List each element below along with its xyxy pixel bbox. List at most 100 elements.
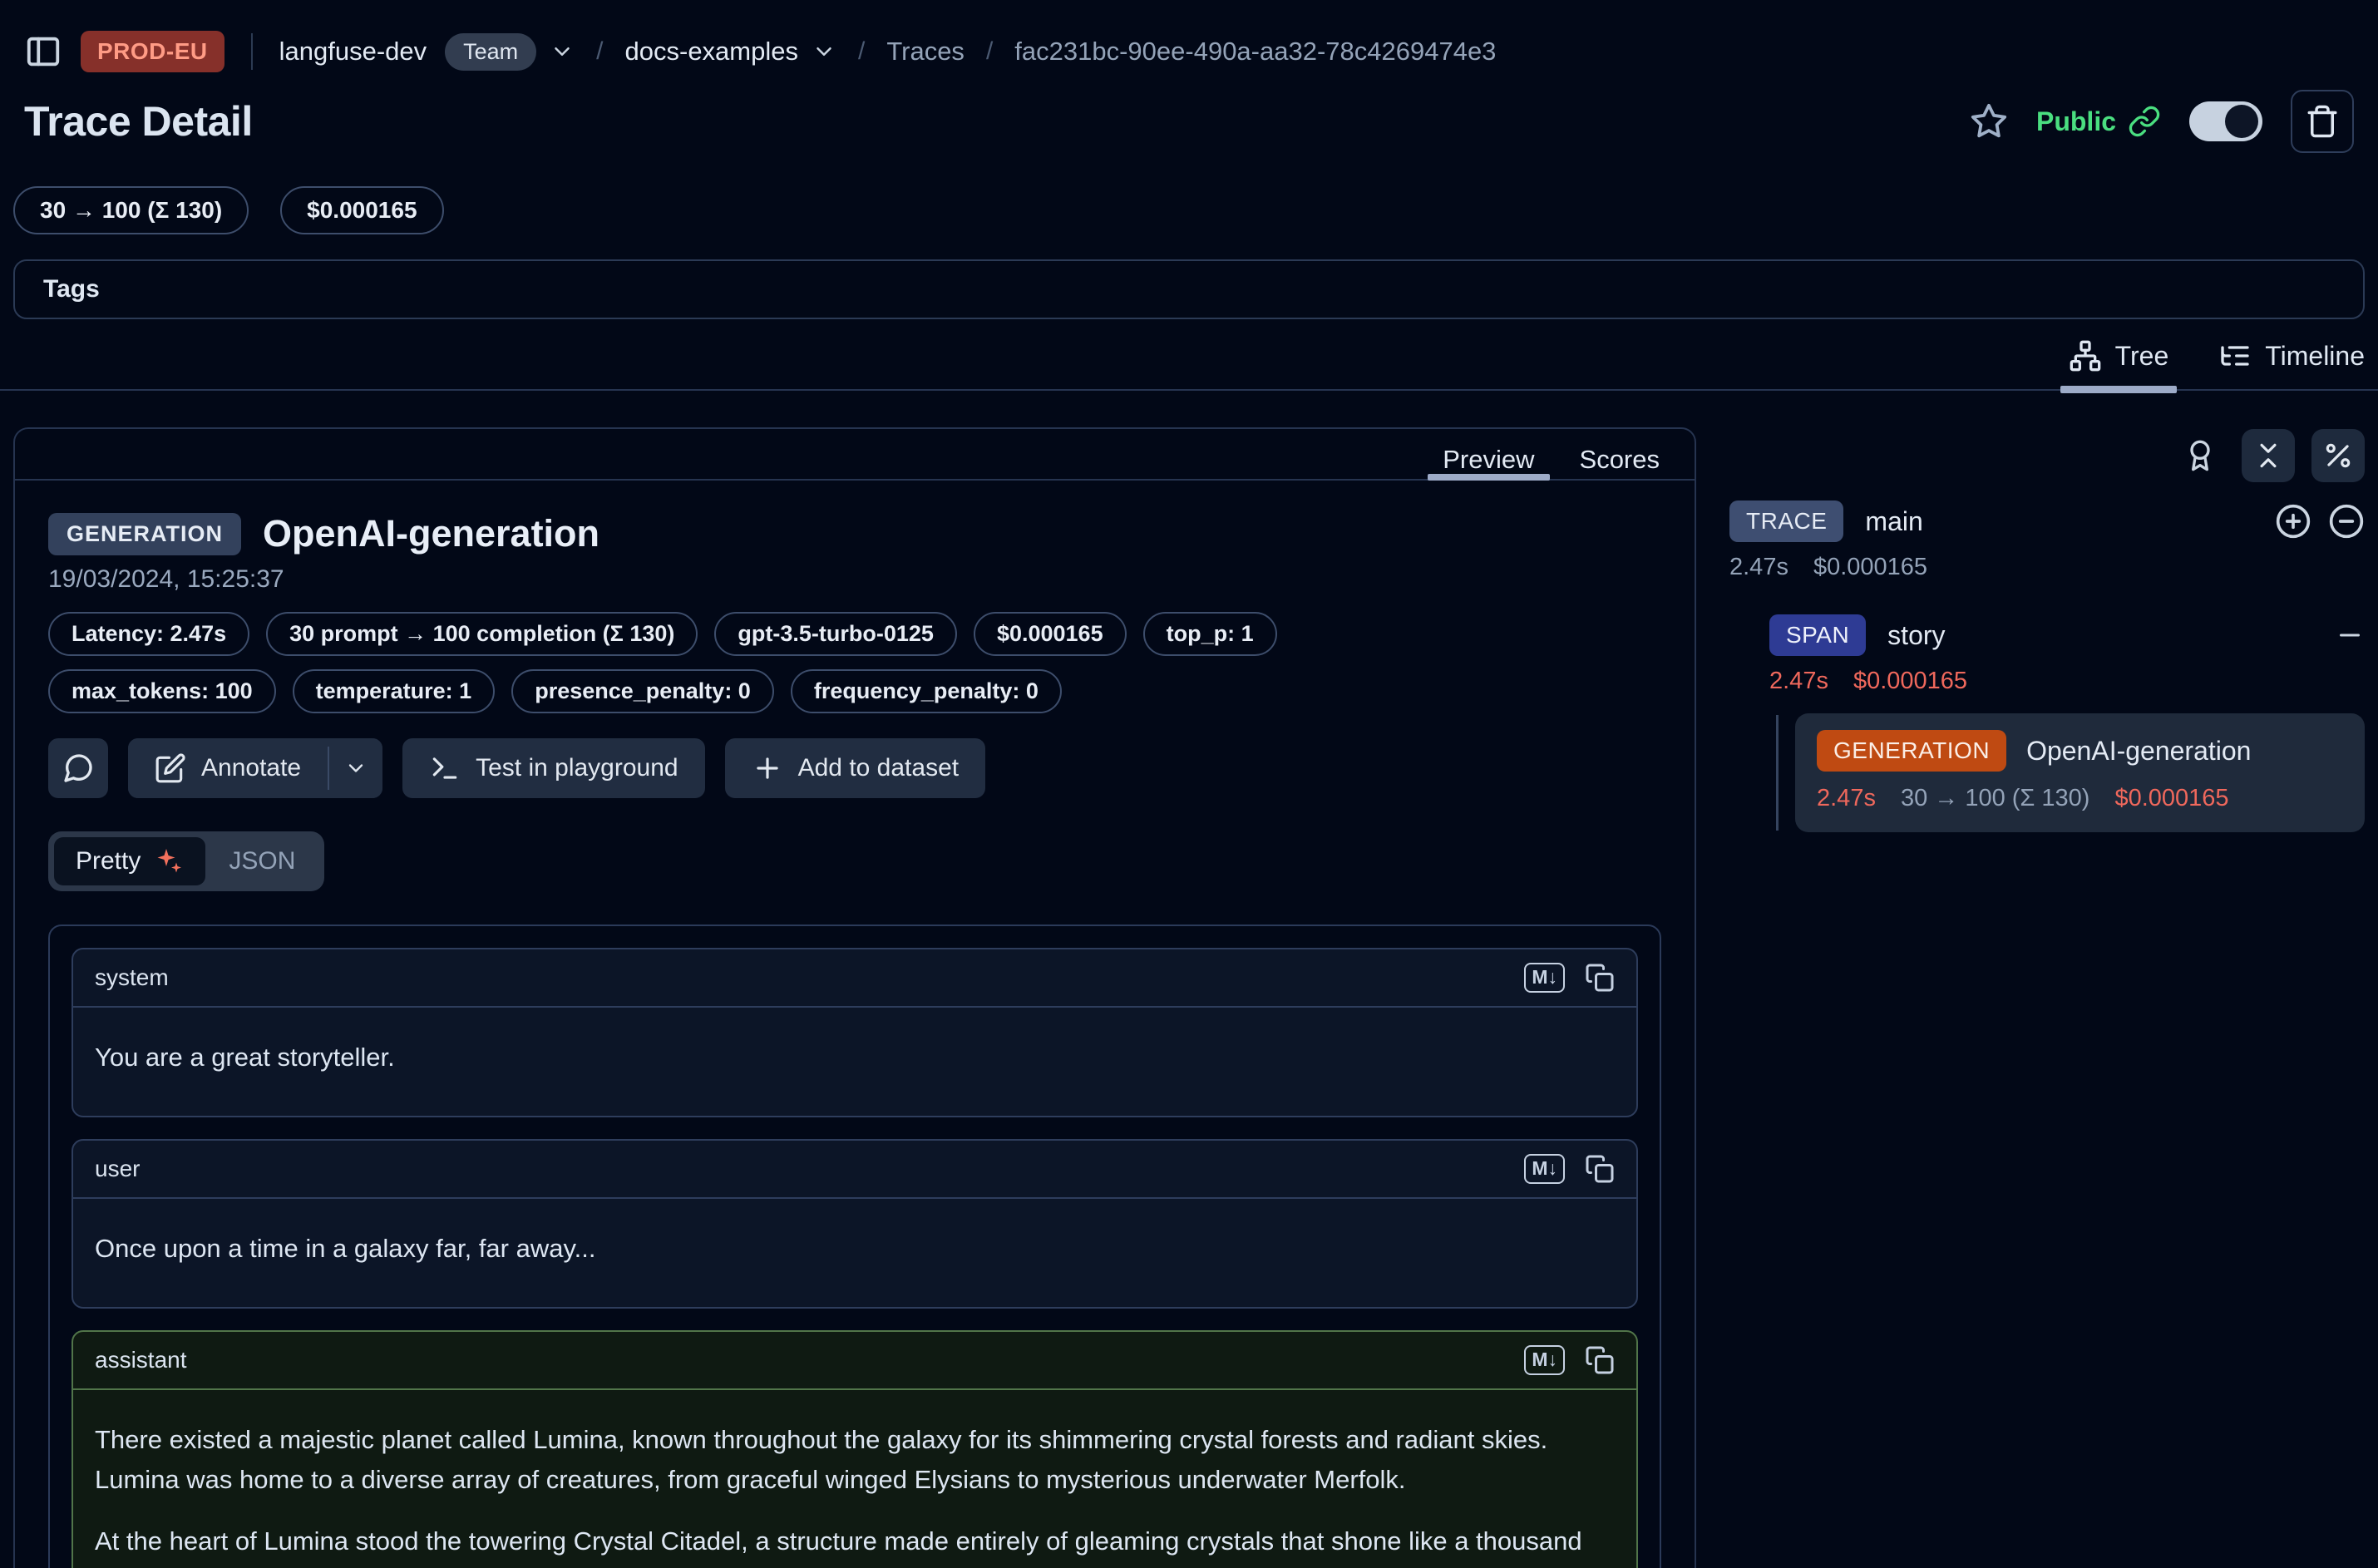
token-usage-pill[interactable]: 30 → 100 (Σ 130): [13, 186, 249, 234]
breadcrumb-project[interactable]: docs-examples: [625, 37, 798, 67]
tab-preview[interactable]: Preview: [1443, 429, 1534, 479]
tab-timeline[interactable]: Timeline: [2218, 339, 2365, 389]
zoom-out-icon[interactable]: [2328, 503, 2365, 540]
trace-tree-panel: TRACE main 2.47s $0.000165 SPAN story: [1729, 427, 2378, 832]
markdown-toggle-icon[interactable]: M↓: [1524, 1345, 1565, 1374]
generation-badge: GENERATION: [1817, 730, 2006, 772]
messages-container: system M↓ You are a great storyteller. u…: [48, 925, 1661, 1568]
link-icon: [2128, 105, 2161, 138]
message-assistant: assistant M↓ There existed a majestic pl…: [72, 1330, 1638, 1568]
tags-label: Tags: [43, 275, 100, 303]
breadcrumb-divider: [251, 33, 253, 70]
observation-param-pills: Latency: 2.47s 30 prompt → 100 completio…: [48, 612, 1345, 713]
breadcrumb-org[interactable]: langfuse-dev: [279, 37, 427, 67]
comment-button[interactable]: [48, 738, 108, 798]
generation-tokens: 30 → 100 (Σ 130): [1901, 785, 2090, 812]
format-pretty-option[interactable]: Pretty: [54, 837, 205, 885]
chevrons-down-up-icon: [2252, 440, 2284, 471]
terminal-icon: [429, 752, 461, 784]
playground-label: Test in playground: [476, 754, 678, 782]
tree-connector-line: [1776, 715, 1779, 831]
tree-controls: [1729, 429, 2365, 482]
tree-node-generation-selected[interactable]: GENERATION OpenAI-generation 2.47s 30 → …: [1795, 713, 2365, 832]
tab-scores[interactable]: Scores: [1580, 429, 1660, 479]
observation-preview-card: Preview Scores GENERATION OpenAI-generat…: [13, 427, 1696, 1568]
copy-icon[interactable]: [1585, 963, 1615, 993]
copy-icon[interactable]: [1585, 1154, 1615, 1184]
add-to-dataset-label: Add to dataset: [798, 754, 959, 782]
plus-icon: [752, 752, 783, 784]
message-role: system: [95, 964, 169, 991]
frequency-penalty-pill[interactable]: frequency_penalty: 0: [791, 669, 1062, 713]
chevron-down-icon: [344, 757, 368, 780]
pretty-label: Pretty: [76, 847, 141, 875]
presence-penalty-pill[interactable]: presence_penalty: 0: [511, 669, 774, 713]
message-role: user: [95, 1156, 140, 1182]
model-pill[interactable]: gpt-3.5-turbo-0125: [714, 612, 957, 656]
test-in-playground-button[interactable]: Test in playground: [402, 738, 705, 798]
public-link[interactable]: Public: [2036, 105, 2161, 138]
title-row: Trace Detail Public: [24, 90, 2354, 153]
comment-icon: [62, 752, 95, 785]
markdown-toggle-icon[interactable]: M↓: [1524, 963, 1565, 992]
zoom-in-icon[interactable]: [2275, 503, 2311, 540]
generation-name: OpenAI-generation: [2026, 736, 2251, 767]
tree-node-span[interactable]: SPAN story: [1769, 614, 2365, 656]
trash-icon: [2305, 104, 2340, 139]
collapse-all-button[interactable]: [2242, 429, 2295, 482]
token-usage-pill[interactable]: 30 prompt → 100 completion (Σ 130): [266, 612, 698, 656]
copy-icon[interactable]: [1585, 1345, 1615, 1375]
tab-tree[interactable]: Tree: [2069, 339, 2169, 389]
message-system: system M↓ You are a great storyteller.: [72, 948, 1638, 1117]
breadcrumb-section-traces[interactable]: Traces: [886, 37, 965, 67]
message-content: You are a great storyteller.: [73, 1008, 1636, 1116]
total-cost-pill[interactable]: $0.000165: [280, 186, 443, 234]
temperature-pill[interactable]: temperature: 1: [293, 669, 496, 713]
trace-latency: 2.47s: [1729, 554, 1788, 581]
format-json-option[interactable]: JSON: [205, 838, 318, 885]
project-switcher-chevron-icon[interactable]: [812, 39, 836, 64]
breadcrumb-separator: /: [596, 37, 603, 66]
trace-cost: $0.000165: [1813, 554, 1927, 581]
percent-icon: [2322, 440, 2354, 471]
assistant-paragraph: There existed a majestic planet called L…: [95, 1420, 1615, 1500]
trace-summary-pills: 30 → 100 (Σ 130) $0.000165: [13, 186, 2365, 234]
markdown-toggle-icon[interactable]: M↓: [1524, 1154, 1565, 1183]
top-p-pill[interactable]: top_p: 1: [1143, 612, 1277, 656]
format-toggle: Pretty JSON: [48, 831, 324, 891]
award-icon[interactable]: [2183, 439, 2217, 472]
span-cost: $0.000165: [1853, 668, 1967, 695]
sidebar-toggle-icon[interactable]: [24, 32, 62, 71]
message-content: There existed a majestic planet called L…: [73, 1390, 1636, 1568]
cost-pill[interactable]: $0.000165: [974, 612, 1127, 656]
public-toggle[interactable]: [2189, 101, 2262, 141]
tree-node-trace[interactable]: TRACE main: [1729, 500, 2365, 542]
tree-icon: [2069, 339, 2102, 372]
panel-tabs: Preview Scores: [15, 429, 1695, 481]
metrics-percent-button[interactable]: [2311, 429, 2365, 482]
annotate-button[interactable]: Annotate: [128, 738, 328, 798]
observation-name: OpenAI-generation: [263, 512, 599, 555]
collapse-node-minus-icon[interactable]: [2335, 620, 2365, 650]
timeline-icon: [2218, 339, 2252, 372]
breadcrumb: PROD-EU langfuse-dev Team / docs-example…: [24, 25, 2354, 78]
trace-name: main: [1865, 506, 1922, 537]
add-to-dataset-button[interactable]: Add to dataset: [725, 738, 985, 798]
environment-badge[interactable]: PROD-EU: [81, 31, 224, 72]
observation-actions: Annotate Test in playground: [48, 738, 1661, 798]
observation-type-badge: GENERATION: [48, 513, 241, 555]
max-tokens-pill[interactable]: max_tokens: 100: [48, 669, 276, 713]
span-name: story: [1887, 620, 1945, 651]
span-badge: SPAN: [1769, 614, 1866, 656]
annotate-edit-icon: [155, 752, 186, 784]
tags-container[interactable]: Tags: [13, 259, 2365, 319]
breadcrumb-trace-id: fac231bc-90ee-490a-aa32-78c4269474e3: [1014, 37, 1496, 67]
breadcrumb-separator: /: [858, 37, 865, 66]
annotate-dropdown-button[interactable]: [329, 738, 382, 798]
delete-trace-button[interactable]: [2291, 90, 2354, 153]
bookmark-star-icon[interactable]: [1970, 102, 2008, 141]
message-user: user M↓ Once upon a time in a galaxy far…: [72, 1139, 1638, 1309]
org-switcher-chevron-icon[interactable]: [550, 39, 575, 64]
tab-tree-label: Tree: [2115, 341, 2169, 372]
latency-pill[interactable]: Latency: 2.47s: [48, 612, 249, 656]
